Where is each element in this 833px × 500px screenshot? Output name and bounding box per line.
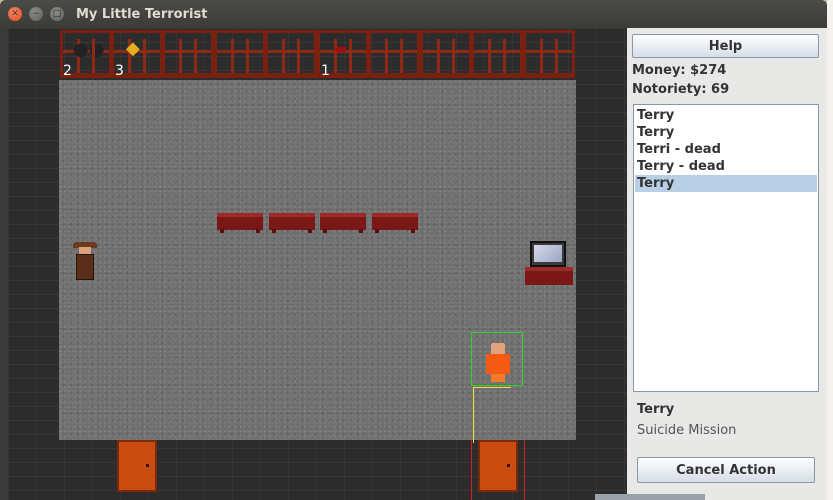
- list-item[interactable]: Terry: [635, 124, 817, 141]
- bench[interactable]: [372, 213, 418, 233]
- inventory-slot[interactable]: [162, 30, 214, 78]
- maximize-icon[interactable]: □: [50, 7, 64, 21]
- bench[interactable]: [269, 213, 315, 233]
- door-target-marker: [471, 440, 525, 500]
- movement-path: [473, 387, 511, 388]
- bench[interactable]: [217, 213, 263, 233]
- computer-desk[interactable]: [525, 267, 573, 285]
- selected-unit-name: Terry: [637, 402, 675, 417]
- room-floor[interactable]: [59, 80, 576, 440]
- left-door[interactable]: [117, 440, 157, 492]
- game-canvas[interactable]: ●● ◆ ▬ 2 3 1: [8, 28, 627, 500]
- side-panel: Help Money: $274 Notoriety: 69 Terry Ter…: [627, 28, 827, 500]
- close-icon[interactable]: ✕: [8, 7, 22, 21]
- minimize-icon[interactable]: −: [29, 7, 43, 21]
- list-item[interactable]: Terry: [635, 107, 817, 124]
- desktop-strip: [595, 494, 705, 500]
- inventory-slot[interactable]: [368, 30, 420, 78]
- cancel-action-button[interactable]: Cancel Action: [637, 457, 815, 483]
- notoriety-label: Notoriety: 69: [632, 82, 730, 97]
- list-item-selected[interactable]: Terry: [635, 175, 817, 192]
- bomb-vest-icon: ▬: [334, 41, 348, 57]
- door-knob: [146, 464, 149, 467]
- inventory-count: 1: [321, 63, 330, 79]
- agent-character[interactable]: [72, 242, 98, 284]
- inventory-shelf: ●● ◆ ▬ 2 3 1: [60, 30, 575, 79]
- gold-icon: ◆: [126, 38, 140, 59]
- terry-legs: [491, 374, 505, 382]
- game-window: ✕ − □ My Little Terrorist ●● ◆ ▬ 2 3 1 H…: [0, 0, 827, 500]
- window-title: My Little Terrorist: [76, 6, 208, 22]
- bench[interactable]: [320, 213, 366, 233]
- list-item[interactable]: Terry - dead: [635, 158, 817, 175]
- terry-selection-box[interactable]: [471, 332, 523, 386]
- movement-path: [473, 387, 474, 443]
- selected-unit-action: Suicide Mission: [637, 423, 737, 438]
- monitor-screen: [534, 245, 562, 262]
- help-button[interactable]: Help: [632, 34, 819, 58]
- inventory-count: 3: [115, 63, 124, 79]
- list-item[interactable]: Terri - dead: [635, 141, 817, 158]
- explosives-icon: ●●: [73, 39, 105, 60]
- computer-monitor[interactable]: [530, 241, 566, 267]
- unit-list[interactable]: Terry Terry Terri - dead Terry - dead Te…: [633, 104, 819, 392]
- desktop-background: [827, 0, 833, 500]
- inventory-slot[interactable]: [265, 30, 317, 78]
- inventory-count: 2: [63, 63, 72, 79]
- inventory-slot[interactable]: [420, 30, 472, 78]
- inventory-slot[interactable]: [471, 30, 523, 78]
- agent-coat: [76, 254, 94, 280]
- inventory-slot[interactable]: [523, 30, 575, 78]
- title-bar: ✕ − □ My Little Terrorist: [0, 0, 827, 28]
- inventory-slot[interactable]: [214, 30, 266, 78]
- terry-body: [486, 354, 510, 374]
- money-label: Money: $274: [632, 63, 727, 78]
